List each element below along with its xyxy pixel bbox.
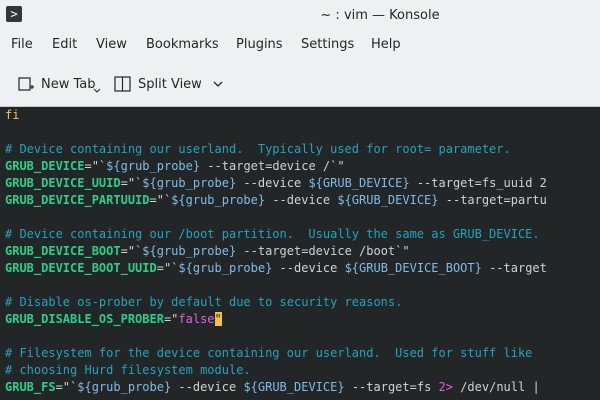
code-comment: # Device containing our /boot partition.… (5, 227, 540, 241)
code-line: GRUB_DEVICE_UUID="`${grub_probe} --devic… (5, 176, 547, 190)
new-tab-icon (18, 77, 34, 91)
text-cursor: " (214, 312, 222, 326)
menu-bar: File Edit View Bookmarks Plugins Setting… (0, 34, 600, 56)
code-comment: # Filesystem for the device containing o… (5, 346, 533, 360)
new-tab-button[interactable]: New Tab (18, 62, 108, 106)
menu-bookmarks[interactable]: Bookmarks (146, 37, 219, 52)
code-line: GRUB_DEVICE_BOOT="`${grub_probe} --targe… (5, 244, 410, 258)
menu-file[interactable]: File (11, 37, 33, 52)
menu-edit[interactable]: Edit (52, 37, 77, 52)
code-comment: # Device containing our userland. Typica… (5, 142, 511, 156)
terminal-view[interactable]: fi # Device containing our userland. Typ… (0, 107, 600, 400)
split-view-button[interactable]: Split View (114, 62, 231, 106)
menu-help[interactable]: Help (371, 37, 401, 52)
code-line: GRUB_DEVICE_BOOT_UUID="`${grub_probe} --… (5, 261, 547, 275)
title-bar: > ~ : vim — Konsole (0, 0, 600, 30)
menu-plugins[interactable]: Plugins (236, 37, 283, 52)
window-title: ~ : vim — Konsole (320, 8, 440, 23)
split-view-dropdown-icon (213, 81, 223, 87)
split-view-label: Split View (138, 76, 202, 92)
split-view-icon (114, 76, 131, 92)
toolbar: New Tab Split View (0, 62, 600, 106)
new-tab-dropdown-icon (93, 88, 100, 93)
code-comment: # Disable os-prober by default due to se… (5, 295, 403, 309)
code-line: GRUB_DISABLE_OS_PROBER="false" (5, 312, 222, 326)
code-line: GRUB_DEVICE="`${grub_probe} --target=dev… (5, 159, 345, 173)
code-line: fi (5, 108, 20, 122)
new-tab-label: New Tab (41, 76, 96, 92)
code-comment: # choosing Hurd filesystem module. (5, 363, 251, 377)
code-line: GRUB_FS="`${grub_probe} --device ${GRUB_… (5, 380, 540, 394)
menu-settings[interactable]: Settings (301, 37, 354, 52)
code-line: GRUB_DEVICE_PARTUUID="`${grub_probe} --d… (5, 193, 547, 207)
menu-view[interactable]: View (96, 37, 127, 52)
